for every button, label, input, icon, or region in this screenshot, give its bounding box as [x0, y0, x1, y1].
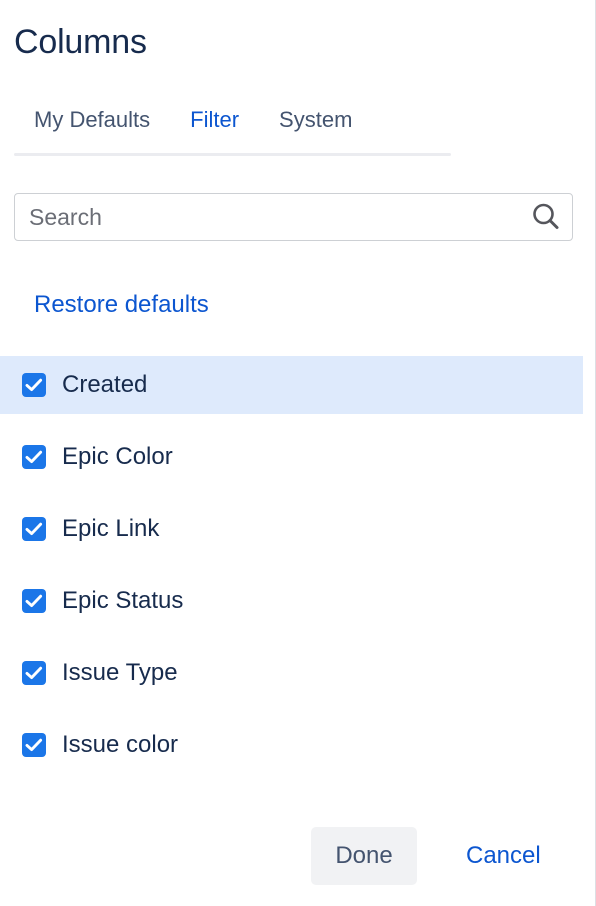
tab-list: My Defaults Filter System — [14, 100, 451, 148]
column-label: Epic Link — [62, 515, 160, 542]
done-button[interactable]: Done — [311, 827, 417, 885]
cancel-button[interactable]: Cancel — [466, 827, 541, 885]
tab-system[interactable]: System — [259, 100, 372, 140]
columns-dialog: Columns My Defaults Filter System Search… — [0, 0, 596, 906]
column-row-issue-type[interactable]: Issue Type — [0, 644, 583, 702]
tab-my-defaults-label: My Defaults — [34, 107, 151, 132]
checkbox-epic-status[interactable] — [22, 589, 46, 613]
column-label: Issue color — [62, 731, 179, 758]
tab-my-defaults[interactable]: My Defaults — [14, 100, 170, 140]
checkbox-created[interactable] — [22, 373, 46, 397]
column-label: Epic Color — [62, 443, 173, 470]
page-title: Columns — [14, 23, 147, 61]
dialog-footer: Done Cancel — [0, 827, 583, 887]
checkbox-issue-type[interactable] — [22, 661, 46, 685]
column-label: Issue Type — [62, 659, 178, 686]
column-list: Created Epic Color Epic Link Epic Status… — [0, 356, 583, 788]
checkbox-issue-color[interactable] — [22, 733, 46, 757]
search-box[interactable] — [14, 193, 573, 241]
checkbox-epic-color[interactable] — [22, 445, 46, 469]
column-row-epic-link[interactable]: Epic Link — [0, 500, 583, 558]
column-label: Created — [62, 371, 148, 398]
column-row-created[interactable]: Created — [0, 356, 583, 414]
column-row-epic-status[interactable]: Epic Status — [0, 572, 583, 630]
checkbox-epic-link[interactable] — [22, 517, 46, 541]
column-label: Epic Status — [62, 587, 184, 614]
tab-bar: My Defaults Filter System — [14, 100, 451, 156]
column-row-epic-color[interactable]: Epic Color — [0, 428, 583, 486]
tab-divider — [14, 153, 451, 156]
tab-filter[interactable]: Filter — [170, 100, 259, 140]
search-input[interactable] — [15, 194, 525, 240]
restore-defaults-link[interactable]: Restore defaults — [34, 289, 209, 321]
tab-filter-label: Filter — [190, 107, 240, 132]
tab-system-label: System — [279, 107, 353, 132]
search-icon[interactable] — [530, 201, 562, 233]
column-row-issue-color[interactable]: Issue color — [0, 716, 583, 774]
